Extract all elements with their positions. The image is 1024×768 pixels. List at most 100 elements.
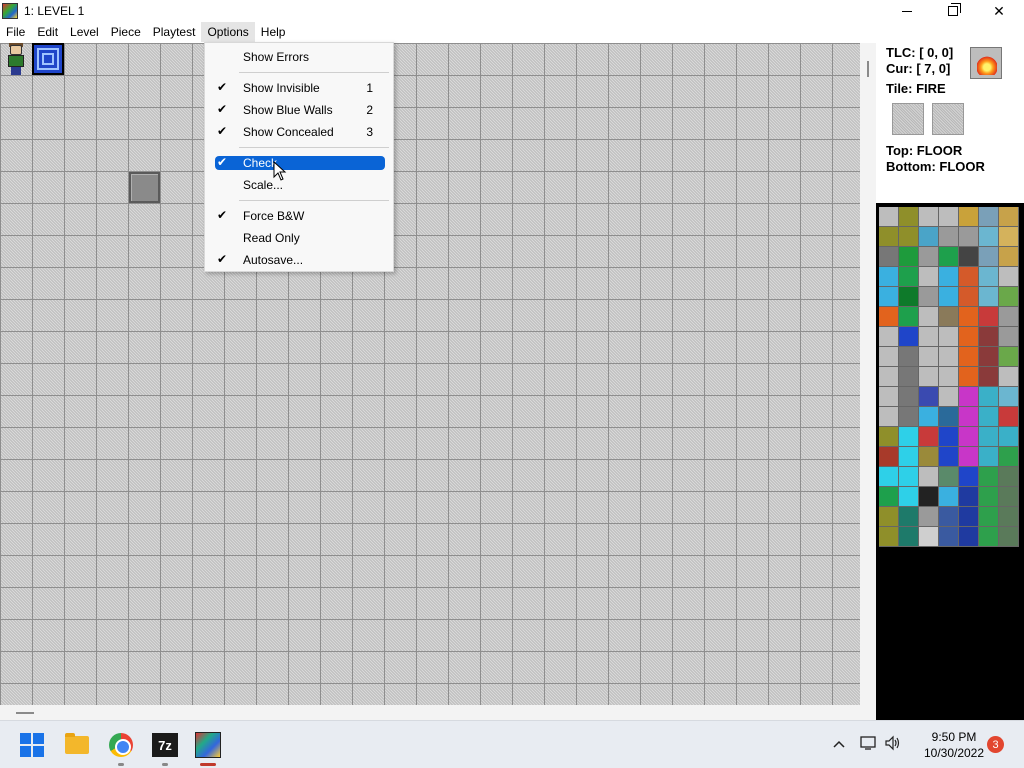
palette-tile[interactable] (999, 387, 1019, 407)
menu-help[interactable]: Help (255, 22, 292, 42)
block-tile[interactable] (129, 172, 160, 203)
palette-tile[interactable] (979, 347, 999, 367)
menu-level[interactable]: Level (64, 22, 105, 42)
palette-tile[interactable] (919, 307, 939, 327)
palette-tile[interactable] (979, 247, 999, 267)
palette-tile[interactable] (899, 247, 919, 267)
palette-tile[interactable] (919, 327, 939, 347)
palette-tile[interactable] (999, 427, 1019, 447)
palette-tile[interactable] (999, 327, 1019, 347)
palette-tile[interactable] (979, 267, 999, 287)
palette-tile[interactable] (959, 207, 979, 227)
palette-tile[interactable] (879, 227, 899, 247)
level-map[interactable] (0, 43, 860, 705)
palette-tile[interactable] (879, 427, 899, 447)
notification-badge[interactable]: 3 (987, 736, 1004, 753)
exit-tile[interactable] (32, 43, 64, 75)
palette-tile[interactable] (899, 307, 919, 327)
palette-tile[interactable] (959, 307, 979, 327)
palette-tile[interactable] (879, 347, 899, 367)
palette-tile[interactable] (899, 527, 919, 547)
chrome-button[interactable] (105, 729, 137, 761)
palette-tile[interactable] (979, 407, 999, 427)
palette-tile[interactable] (899, 367, 919, 387)
menu-item-read-only[interactable]: Read Only (215, 231, 385, 245)
palette-tile[interactable] (939, 287, 959, 307)
palette-tile[interactable] (959, 407, 979, 427)
palette-tile[interactable] (899, 447, 919, 467)
palette-tile[interactable] (899, 487, 919, 507)
palette-tile[interactable] (939, 447, 959, 467)
file-explorer-button[interactable] (61, 729, 93, 761)
palette-tile[interactable] (899, 467, 919, 487)
palette-tile[interactable] (879, 267, 899, 287)
palette-tile[interactable] (999, 407, 1019, 427)
horizontal-scrollbar[interactable] (0, 705, 876, 720)
menu-edit[interactable]: Edit (31, 22, 64, 42)
palette-tile[interactable] (959, 347, 979, 367)
menu-item-show-errors[interactable]: Show Errors (215, 50, 385, 64)
chips-challenge-editor-button[interactable] (192, 729, 224, 761)
palette-tile[interactable] (879, 327, 899, 347)
palette-tile[interactable] (939, 527, 959, 547)
palette-tile[interactable] (979, 487, 999, 507)
palette-tile[interactable] (979, 447, 999, 467)
palette-tile[interactable] (879, 507, 899, 527)
system-clock[interactable]: 9:50 PM 10/30/2022 (918, 729, 990, 761)
palette-tile[interactable] (959, 427, 979, 447)
palette-tile[interactable] (919, 447, 939, 467)
palette-tile[interactable] (979, 507, 999, 527)
palette-tile[interactable] (939, 507, 959, 527)
palette-tile[interactable] (899, 387, 919, 407)
palette-tile[interactable] (879, 207, 899, 227)
palette-tile[interactable] (919, 287, 939, 307)
menu-playtest[interactable]: Playtest (147, 22, 202, 42)
palette-tile[interactable] (959, 287, 979, 307)
palette-tile[interactable] (979, 287, 999, 307)
palette-tile[interactable] (879, 487, 899, 507)
palette-tile[interactable] (899, 347, 919, 367)
palette-tile[interactable] (959, 267, 979, 287)
palette-tile[interactable] (939, 467, 959, 487)
palette-tile[interactable] (879, 247, 899, 267)
palette-tile[interactable] (999, 447, 1019, 467)
palette-tile[interactable] (879, 367, 899, 387)
palette-tile[interactable] (919, 267, 939, 287)
chip-player-sprite[interactable] (2, 43, 30, 75)
palette-tile[interactable] (939, 387, 959, 407)
palette-tile[interactable] (959, 447, 979, 467)
palette-tile[interactable] (959, 487, 979, 507)
palette-tile[interactable] (879, 387, 899, 407)
palette-tile[interactable] (939, 327, 959, 347)
palette-tile[interactable] (939, 267, 959, 287)
palette-tile[interactable] (899, 207, 919, 227)
palette-tile[interactable] (959, 527, 979, 547)
menu-item-show-invisible[interactable]: ✔ Show Invisible 1 (215, 80, 385, 95)
palette-tile[interactable] (899, 327, 919, 347)
palette-tile[interactable] (999, 247, 1019, 267)
palette-tile[interactable] (939, 347, 959, 367)
palette-tile[interactable] (919, 387, 939, 407)
palette-tile[interactable] (939, 307, 959, 327)
palette-tile[interactable] (999, 527, 1019, 547)
menu-file[interactable]: File (0, 22, 31, 42)
palette-tile[interactable] (999, 487, 1019, 507)
menu-options[interactable]: Options (201, 22, 255, 42)
palette-tile[interactable] (999, 287, 1019, 307)
palette-tile[interactable] (879, 287, 899, 307)
palette-tile[interactable] (939, 207, 959, 227)
menu-piece[interactable]: Piece (105, 22, 147, 42)
palette-tile[interactable] (919, 467, 939, 487)
close-button[interactable]: ✕ (976, 0, 1022, 22)
palette-tile[interactable] (979, 307, 999, 327)
vertical-scrollbar[interactable] (860, 43, 876, 705)
palette-tile[interactable] (919, 527, 939, 547)
palette-tile[interactable] (919, 487, 939, 507)
palette-tile[interactable] (939, 227, 959, 247)
start-button[interactable] (16, 729, 48, 761)
menu-item-show-blue-walls[interactable]: ✔ Show Blue Walls 2 (215, 102, 385, 117)
7zip-button[interactable]: 7z (149, 729, 181, 761)
menu-item-show-concealed[interactable]: ✔ Show Concealed 3 (215, 124, 385, 139)
palette-tile[interactable] (999, 507, 1019, 527)
palette-tile[interactable] (979, 527, 999, 547)
